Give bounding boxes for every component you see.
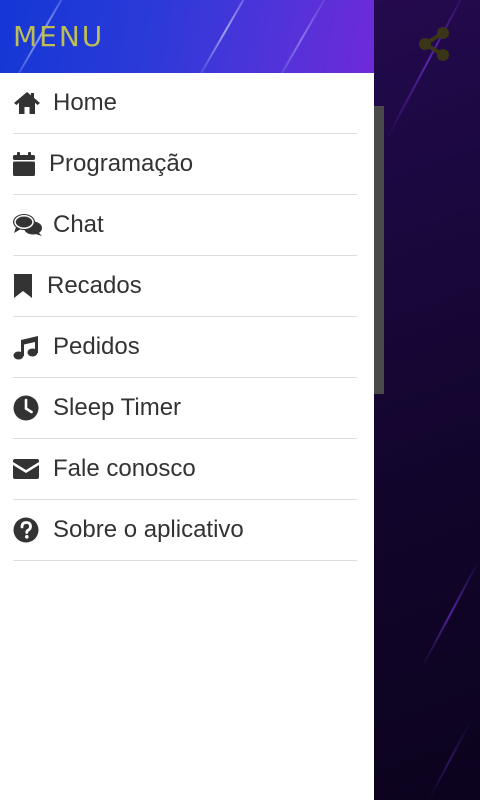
- navigation-drawer: MENU Home Programação Chat Recados Pedid…: [0, 0, 374, 800]
- menu-item-sleep-timer[interactable]: Sleep Timer: [13, 378, 357, 439]
- menu-item-programacao[interactable]: Programação: [13, 134, 357, 195]
- menu-item-label: Home: [53, 89, 118, 116]
- menu-list: Home Programação Chat Recados Pedidos Sl…: [0, 73, 374, 561]
- app-screen: MENU Home Programação Chat Recados Pedid…: [0, 0, 480, 800]
- menu-item-home[interactable]: Home: [13, 73, 357, 134]
- header-streak: [195, 0, 257, 73]
- menu-item-label: Fale conosco: [53, 455, 196, 482]
- menu-item-chat[interactable]: Chat: [13, 195, 357, 256]
- background-streak: [385, 0, 472, 140]
- drawer-title: MENU: [13, 20, 105, 53]
- background-streak: [427, 720, 472, 800]
- drawer-header: MENU: [0, 0, 374, 73]
- bookmark-icon: [13, 273, 37, 299]
- menu-item-label: Recados: [47, 272, 142, 299]
- menu-item-fale-conosco[interactable]: Fale conosco: [13, 439, 357, 500]
- menu-item-label: Sleep Timer: [53, 394, 182, 421]
- chat-bubbles-icon: [13, 212, 43, 238]
- menu-item-label: Pedidos: [53, 333, 140, 360]
- menu-item-label: Chat: [53, 211, 104, 238]
- menu-item-recados[interactable]: Recados: [13, 256, 357, 317]
- music-note-icon: [13, 334, 43, 360]
- menu-item-label: Programação: [49, 150, 194, 177]
- menu-item-label: Sobre o aplicativo: [53, 516, 244, 543]
- calendar-icon: [13, 151, 39, 177]
- share-icon: [417, 26, 451, 67]
- menu-item-sobre[interactable]: Sobre o aplicativo: [13, 500, 357, 561]
- home-icon: [13, 90, 43, 116]
- menu-item-pedidos[interactable]: Pedidos: [13, 317, 357, 378]
- share-button[interactable]: [416, 26, 452, 67]
- header-streak: [270, 0, 332, 73]
- background-streak: [421, 560, 480, 667]
- clock-icon: [13, 395, 43, 421]
- scrollbar[interactable]: [374, 106, 384, 394]
- question-circle-icon: [13, 517, 43, 543]
- envelope-icon: [13, 456, 43, 482]
